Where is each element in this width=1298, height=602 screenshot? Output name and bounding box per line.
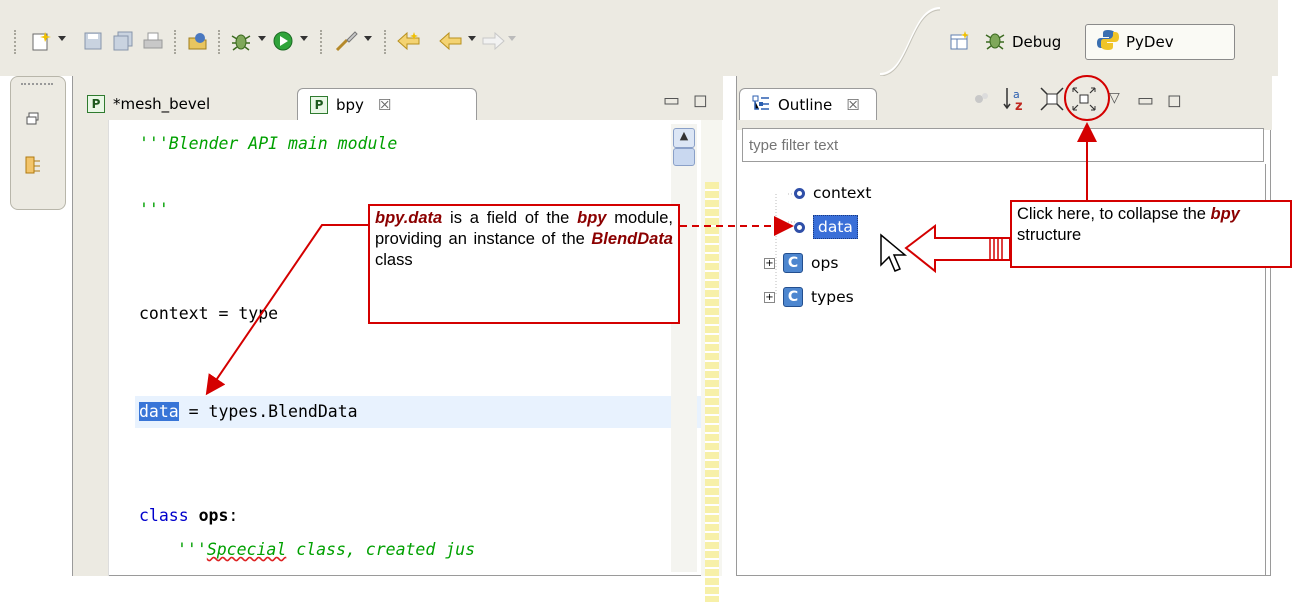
- callout-bpy-data: bpy.data is a field of the bpy module, p…: [368, 204, 680, 324]
- callout-collapse-hint: Click here, to collapse the bpy structur…: [1010, 200, 1292, 268]
